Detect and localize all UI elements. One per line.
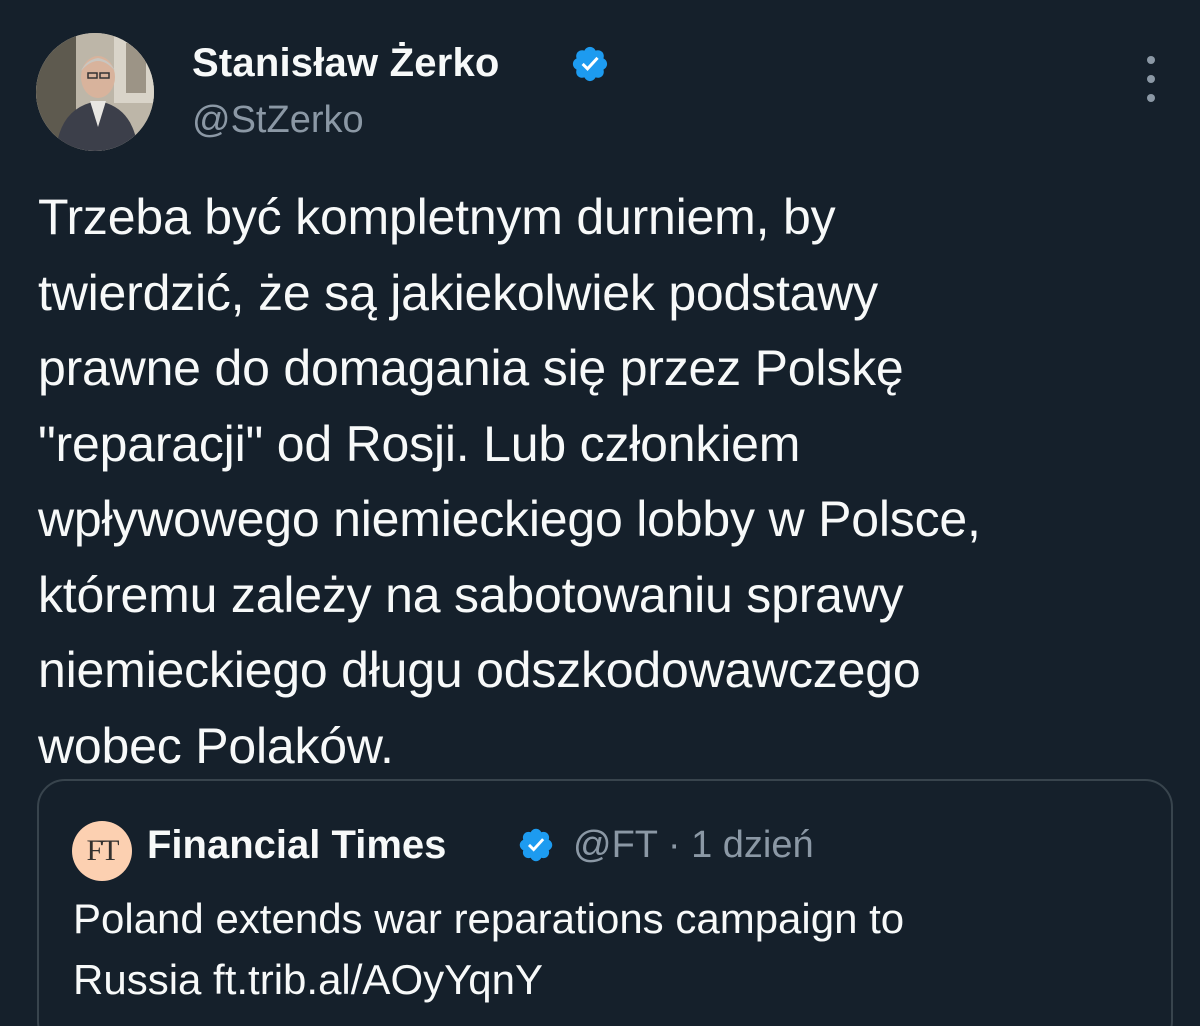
verified-badge-icon (519, 828, 553, 862)
more-options-icon[interactable] (1136, 56, 1166, 102)
tweet-text: Trzeba być kompletnym durniem, by twierd… (38, 189, 981, 774)
quoted-tweet-card[interactable]: FT Financial Times @FT · 1 dzień Poland … (37, 779, 1173, 1026)
more-dot (1147, 75, 1155, 83)
quote-display-name[interactable]: Financial Times (147, 820, 446, 870)
verified-badge-icon (572, 46, 608, 82)
more-dot (1147, 56, 1155, 64)
quote-text: Poland extends war reparations campaign … (73, 895, 905, 1003)
quote-handle-and-time[interactable]: @FT · 1 dzień (573, 820, 814, 870)
avatar-photo-icon (36, 33, 154, 151)
more-dot (1147, 94, 1155, 102)
ft-avatar[interactable]: FT (72, 821, 132, 881)
tweet: Stanisław Żerko @StZerko Trzeba być komp… (0, 0, 1200, 1026)
author-handle[interactable]: @StZerko (192, 96, 364, 144)
author-avatar[interactable] (36, 33, 154, 151)
author-display-name[interactable]: Stanisław Żerko (192, 38, 500, 88)
